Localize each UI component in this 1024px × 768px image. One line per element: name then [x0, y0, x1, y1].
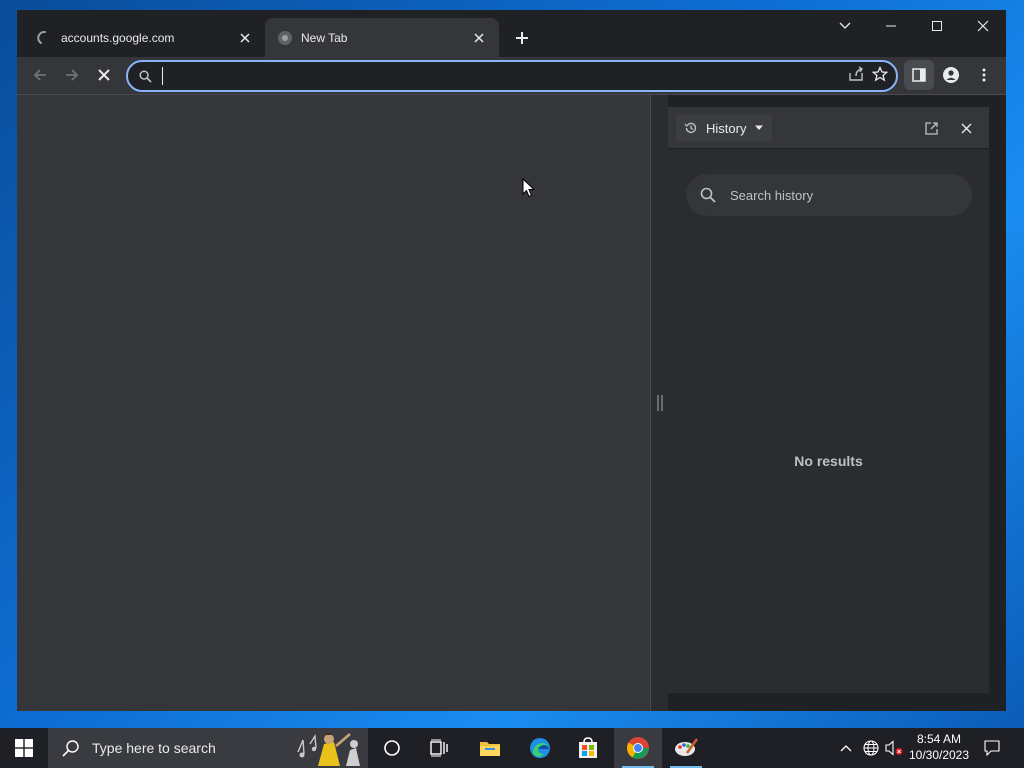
close-icon — [961, 123, 971, 133]
network-button[interactable] — [860, 728, 882, 768]
tab-accounts-google[interactable]: accounts.google.com — [25, 18, 265, 57]
microsoft-store-button[interactable] — [564, 728, 612, 768]
history-search-input[interactable] — [730, 187, 972, 203]
kebab-menu-icon — [982, 68, 986, 82]
minimize-button[interactable] — [868, 10, 914, 42]
tab-new-tab[interactable]: New Tab — [265, 18, 499, 57]
browser-menu-button[interactable] — [969, 60, 999, 90]
chevron-down-icon — [839, 22, 851, 29]
close-side-panel-button[interactable] — [954, 116, 978, 140]
tab-strip: accounts.google.com New Tab — [17, 10, 1006, 57]
history-icon — [684, 122, 697, 134]
clock-date: 10/30/2023 — [908, 748, 970, 762]
loading-spinner-icon — [37, 30, 46, 44]
task-view-icon — [430, 739, 448, 757]
paint-icon — [675, 738, 699, 756]
search-icon — [700, 187, 716, 203]
folder-icon — [480, 742, 500, 756]
close-window-button[interactable] — [960, 10, 1006, 42]
open-in-new-tab-button[interactable] — [919, 116, 943, 140]
chevron-up-icon — [840, 745, 852, 752]
profile-button[interactable] — [936, 60, 966, 90]
windows-logo-icon — [15, 739, 33, 757]
history-search-box[interactable] — [686, 174, 972, 216]
windows-taskbar: Type here to search 8:54 AM 10/30/2023 — [0, 728, 1024, 768]
stop-loading-button[interactable] — [89, 60, 119, 90]
chrome-icon — [627, 737, 649, 759]
bookmark-star-icon[interactable] — [871, 65, 889, 87]
maximize-button[interactable] — [914, 10, 960, 42]
empty-state-message: No results — [794, 453, 863, 469]
show-hidden-icons-button[interactable] — [836, 728, 856, 768]
side-panel-selector[interactable]: History — [676, 114, 773, 142]
search-icon — [128, 69, 162, 83]
search-highlight-illustration-icon — [297, 733, 360, 766]
search-icon — [62, 740, 79, 757]
close-icon — [98, 69, 110, 81]
clock-time: 8:54 AM — [916, 732, 962, 746]
share-icon[interactable] — [848, 65, 864, 87]
taskbar-search-box[interactable]: Type here to search — [48, 728, 368, 768]
address-input[interactable] — [163, 64, 848, 88]
mouse-cursor-icon — [522, 178, 536, 198]
volume-muted-icon — [885, 740, 903, 756]
side-panel-title: History — [706, 120, 747, 136]
volume-button[interactable] — [883, 728, 905, 768]
side-panel-header: History — [668, 107, 989, 149]
address-bar[interactable] — [126, 60, 898, 92]
side-panel-icon — [912, 68, 926, 82]
edge-browser-button[interactable] — [516, 728, 564, 768]
profile-icon — [943, 67, 959, 83]
forward-button[interactable] — [57, 60, 87, 90]
tab-title: New Tab — [301, 30, 348, 45]
arrow-right-icon — [66, 69, 79, 81]
side-panel-button[interactable] — [904, 60, 934, 90]
tab-search-button[interactable] — [822, 10, 868, 42]
chrome-taskbar-button[interactable] — [614, 728, 662, 768]
tab-title: accounts.google.com — [61, 30, 175, 45]
browser-toolbar — [17, 57, 1006, 95]
action-center-button[interactable] — [976, 728, 1008, 768]
arrow-left-icon — [33, 69, 46, 81]
history-side-panel: History No results — [668, 107, 989, 693]
globe-icon — [863, 740, 879, 756]
side-panel-resize-handle[interactable] — [651, 95, 668, 711]
taskbar-search-placeholder: Type here to search — [92, 740, 216, 756]
browser-window: accounts.google.com New Tab History Sear… — [17, 10, 1006, 711]
page-content[interactable] — [17, 95, 651, 711]
file-explorer-button[interactable] — [466, 728, 514, 768]
paint-taskbar-button[interactable] — [662, 728, 710, 768]
chrome-favicon-icon — [278, 30, 292, 45]
start-button[interactable] — [0, 728, 48, 768]
notification-icon — [984, 740, 1000, 756]
cortana-icon — [384, 740, 400, 756]
close-icon[interactable] — [237, 30, 253, 46]
task-view-button[interactable] — [416, 728, 464, 768]
plus-icon — [516, 32, 528, 44]
open-in-new-icon — [924, 121, 938, 135]
close-icon — [977, 20, 989, 32]
close-icon[interactable] — [471, 30, 487, 46]
back-button[interactable] — [25, 60, 55, 90]
store-icon — [579, 737, 597, 758]
cortana-button[interactable] — [368, 728, 416, 768]
new-tab-button[interactable] — [510, 26, 534, 50]
minimize-icon — [886, 25, 896, 27]
dropdown-arrow-icon — [755, 125, 764, 130]
maximize-icon — [932, 21, 942, 31]
edge-icon — [530, 738, 550, 758]
grip-icon — [656, 395, 663, 411]
taskbar-clock[interactable]: 8:54 AM 10/30/2023 — [905, 731, 973, 765]
